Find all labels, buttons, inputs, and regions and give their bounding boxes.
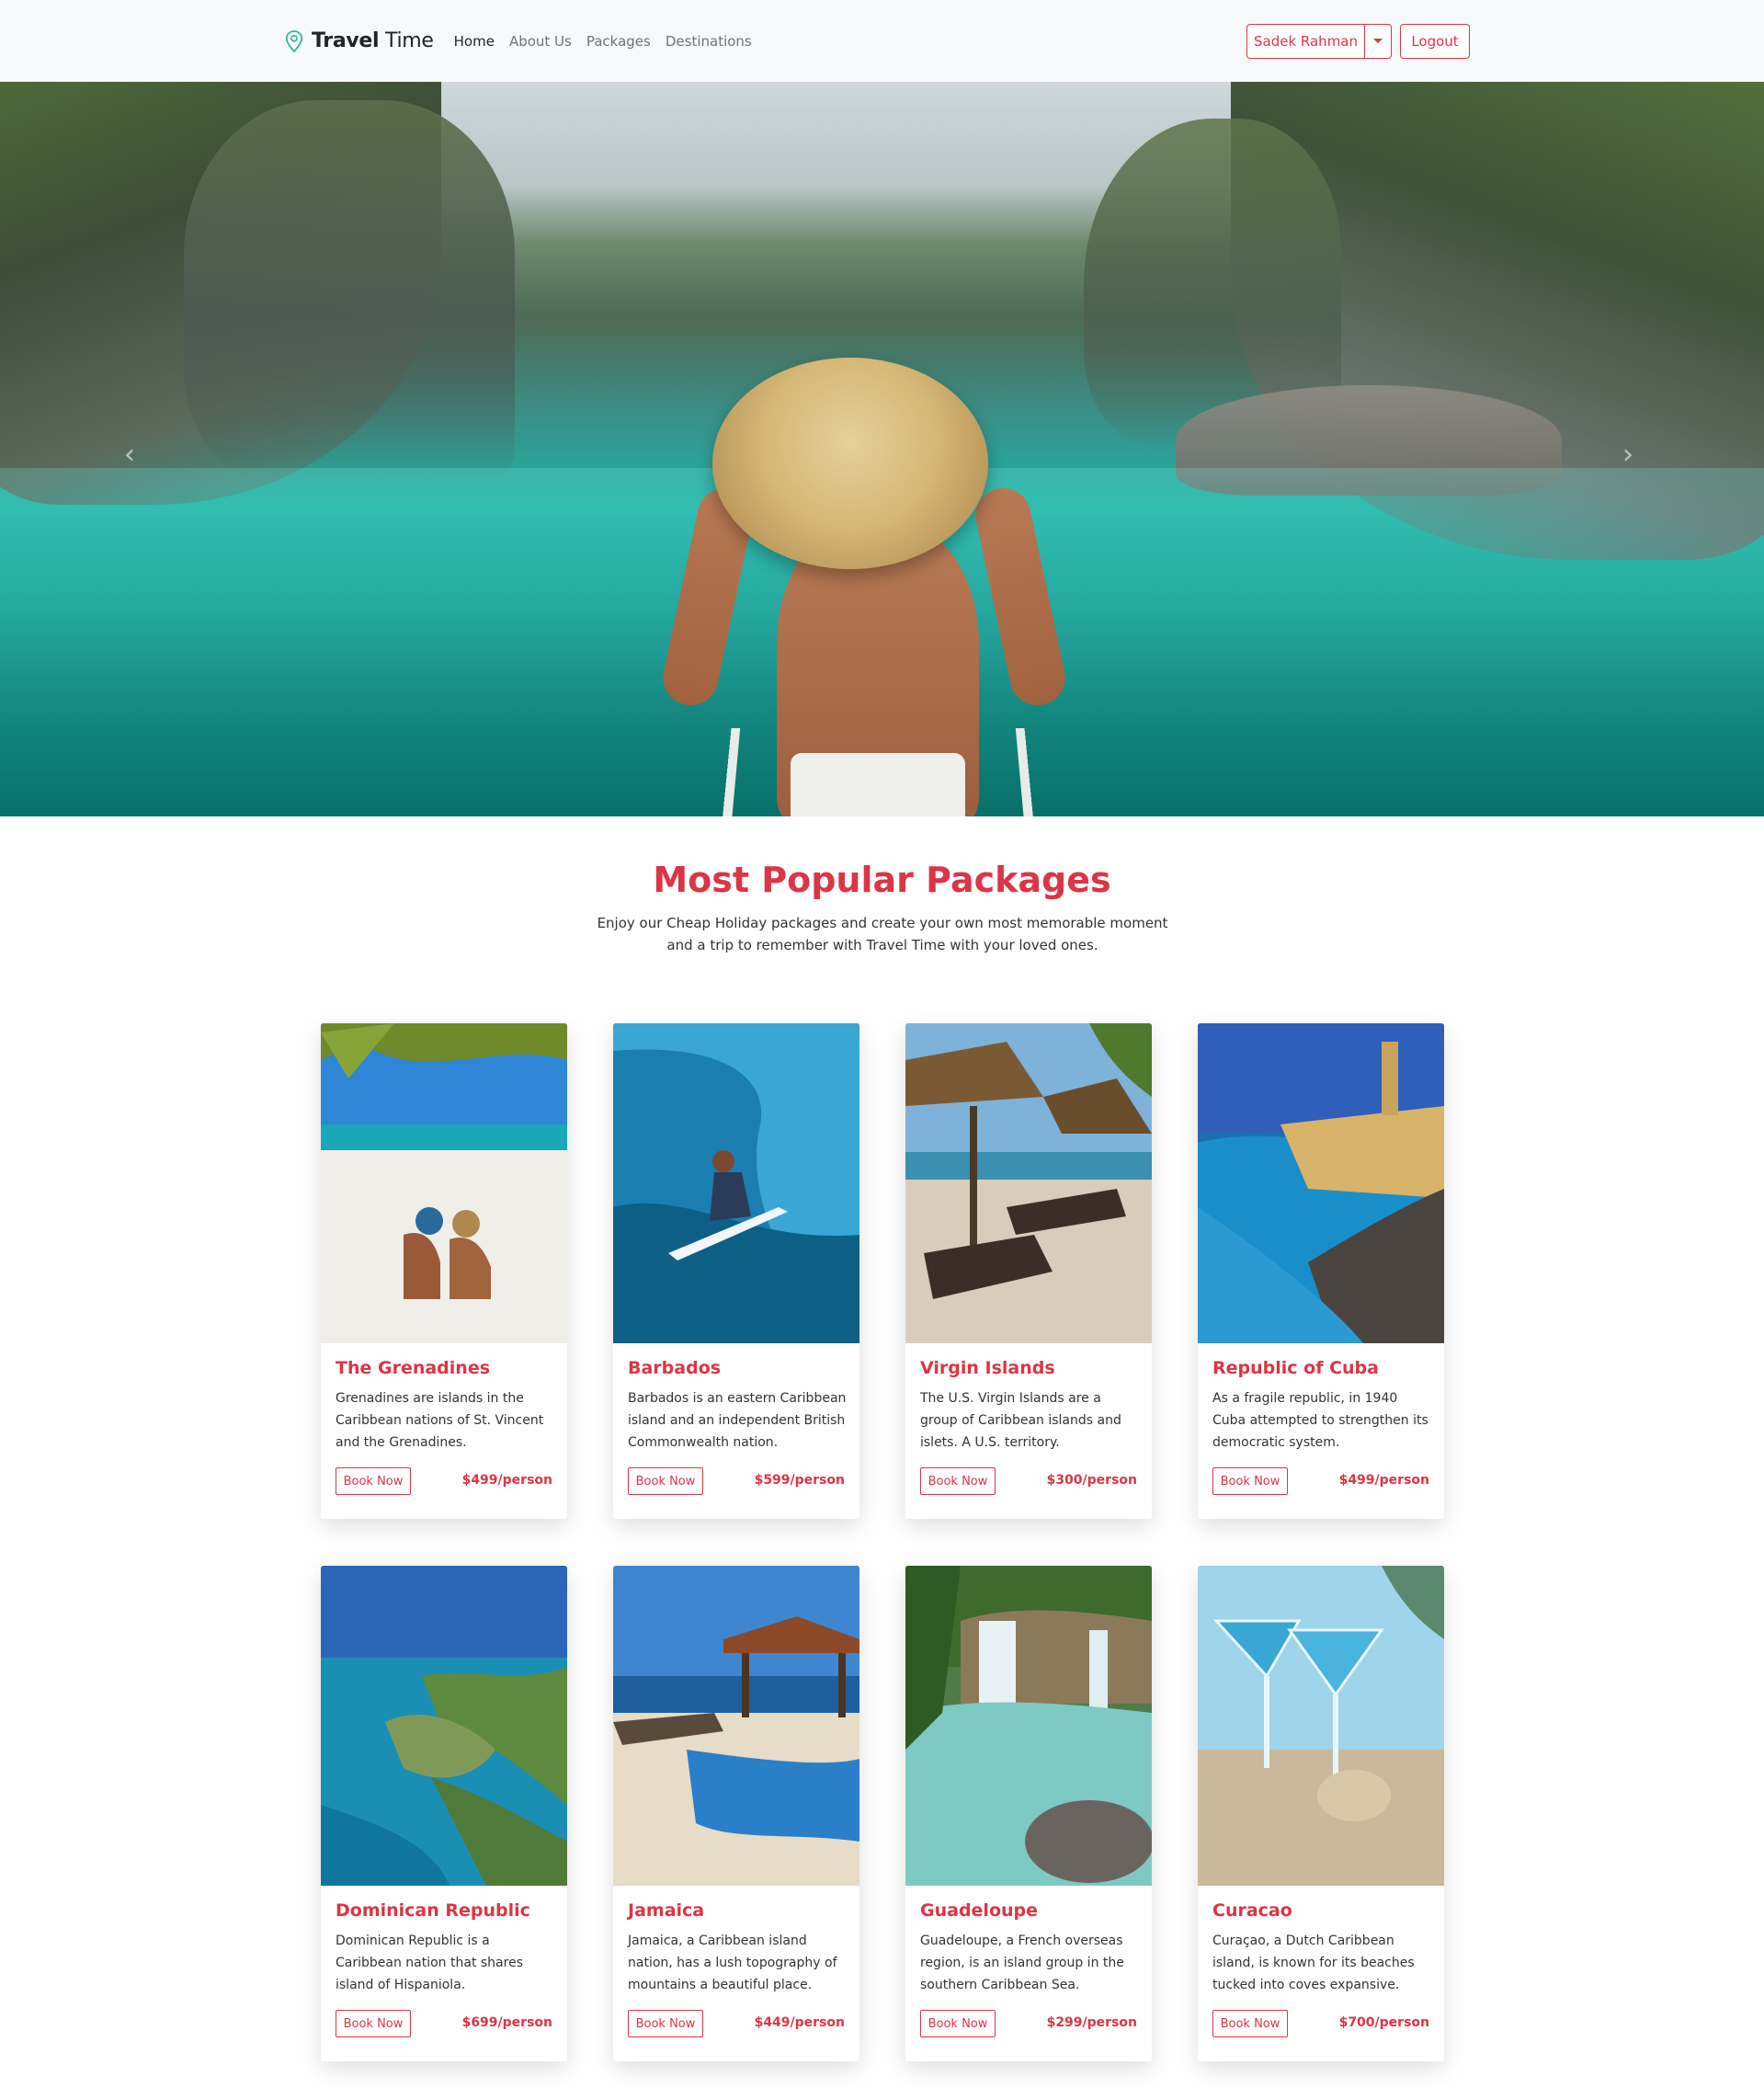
book-now-button[interactable]: Book Now <box>1212 2010 1288 2037</box>
package-description: Jamaica, a Caribbean island nation, has … <box>628 1930 848 1996</box>
package-title: Barbados <box>628 1358 721 1378</box>
package-price: $599/person <box>755 1473 845 1488</box>
brand-logo[interactable]: Travel Time <box>284 29 434 53</box>
package-image <box>905 1023 1152 1343</box>
carousel-prev-button[interactable]: ‹ <box>124 439 135 471</box>
package-title: Guadeloupe <box>920 1900 1038 1921</box>
user-dropdown-toggle[interactable] <box>1364 24 1392 59</box>
navbar-container: Travel Time Home About Us Packages Desti… <box>284 0 1470 82</box>
package-title: Dominican Republic <box>336 1900 530 1921</box>
book-now-button[interactable]: Book Now <box>336 2010 411 2037</box>
straw-hat <box>712 358 988 569</box>
package-card: The Grenadines Grenadines are islands in… <box>321 1023 567 1519</box>
nav-link-packages[interactable]: Packages <box>586 33 651 50</box>
package-image <box>1198 1023 1444 1343</box>
book-now-button[interactable]: Book Now <box>628 2010 703 2037</box>
book-now-button[interactable]: Book Now <box>920 1467 996 1495</box>
nav-link-about-us[interactable]: About Us <box>509 33 572 50</box>
section-title: Most Popular Packages <box>0 860 1764 900</box>
package-title: Virgin Islands <box>920 1358 1055 1378</box>
package-description: Dominican Republic is a Caribbean nation… <box>336 1930 556 1996</box>
package-title: The Grenadines <box>336 1358 490 1378</box>
nav-link-destinations[interactable]: Destinations <box>666 33 752 50</box>
package-card: Republic of Cuba As a fragile republic, … <box>1198 1023 1444 1519</box>
user-name-button[interactable]: Sadek Rahman <box>1246 24 1364 59</box>
package-image <box>905 1566 1152 1886</box>
package-description: The U.S. Virgin Islands are a group of C… <box>920 1387 1141 1454</box>
package-card: Guadeloupe Guadeloupe, a French overseas… <box>905 1566 1152 2061</box>
nav-links: Home About Us Packages Destinations <box>454 33 752 50</box>
section-subtitle: Enjoy our Cheap Holiday packages and cre… <box>588 912 1177 956</box>
logout-button[interactable]: Logout <box>1400 24 1470 59</box>
package-title: Jamaica <box>628 1900 704 1921</box>
package-title: Curacao <box>1212 1900 1292 1921</box>
package-description: Barbados is an eastern Caribbean island … <box>628 1387 848 1454</box>
package-description: Guadeloupe, a French overseas region, is… <box>920 1930 1141 1996</box>
book-now-button[interactable]: Book Now <box>336 1467 411 1495</box>
package-card: Dominican Republic Dominican Republic is… <box>321 1566 567 2061</box>
package-title: Republic of Cuba <box>1212 1358 1379 1378</box>
package-price: $449/person <box>755 2015 845 2030</box>
chevron-left-icon: ‹ <box>124 439 135 471</box>
package-image <box>321 1566 567 1886</box>
nav-link-home[interactable]: Home <box>454 33 495 50</box>
package-card: Jamaica Jamaica, a Caribbean island nati… <box>613 1566 859 2061</box>
package-description: Grenadines are islands in the Caribbean … <box>336 1387 556 1454</box>
brand-name: Travel Time <box>312 29 434 52</box>
map-pin-icon <box>284 29 304 53</box>
package-price: $700/person <box>1339 2015 1429 2030</box>
book-now-button[interactable]: Book Now <box>1212 1467 1288 1495</box>
carousel-next-button[interactable]: › <box>1622 439 1633 471</box>
package-description: Curaçao, a Dutch Caribbean island, is kn… <box>1212 1930 1433 1996</box>
caret-down-icon <box>1373 39 1383 43</box>
package-card: Virgin Islands The U.S. Virgin Islands a… <box>905 1023 1152 1519</box>
package-price: $499/person <box>1339 1473 1429 1488</box>
book-now-button[interactable]: Book Now <box>628 1467 703 1495</box>
package-image <box>321 1023 567 1343</box>
package-image <box>613 1566 859 1886</box>
package-price: $299/person <box>1047 2015 1137 2030</box>
package-card: Barbados Barbados is an eastern Caribbea… <box>613 1023 859 1519</box>
book-now-button[interactable]: Book Now <box>920 2010 996 2037</box>
package-image <box>613 1023 859 1343</box>
package-price: $499/person <box>462 1473 552 1488</box>
top-navbar: Travel Time Home About Us Packages Desti… <box>0 0 1764 82</box>
chevron-right-icon: › <box>1622 439 1633 471</box>
hero-carousel: ‹ › <box>0 82 1764 816</box>
package-description: As a fragile republic, in 1940 Cuba atte… <box>1212 1387 1433 1454</box>
package-price: $300/person <box>1047 1473 1137 1488</box>
user-controls: Sadek Rahman Logout <box>1246 24 1470 59</box>
package-price: $699/person <box>462 2015 552 2030</box>
package-image <box>1198 1566 1444 1886</box>
package-card: Curacao Curaçao, a Dutch Caribbean islan… <box>1198 1566 1444 2061</box>
